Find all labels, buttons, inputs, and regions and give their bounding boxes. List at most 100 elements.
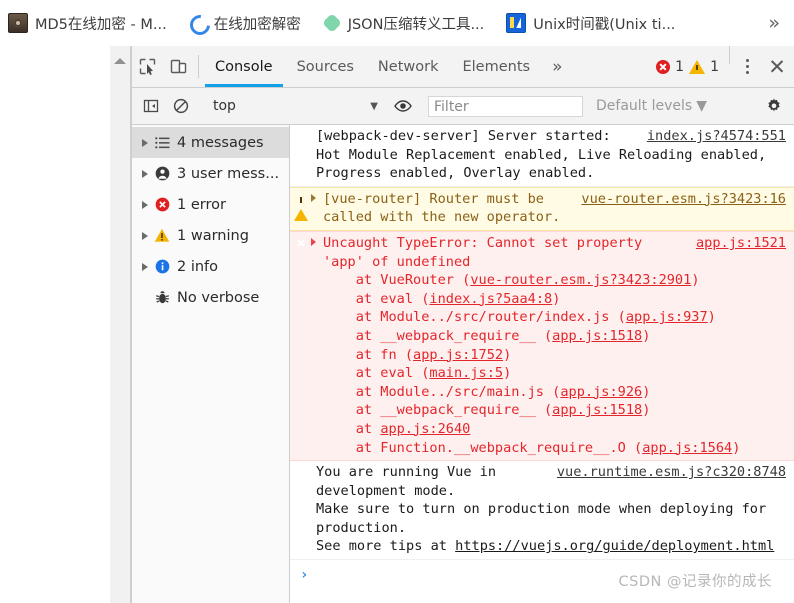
- message-source-link[interactable]: index.js?4574:551: [647, 127, 786, 146]
- bookmark-label: MD5在线加密 - M...: [35, 16, 167, 33]
- expand-arrow-icon[interactable]: [311, 237, 316, 246]
- execution-context-select[interactable]: top ▼: [213, 94, 378, 118]
- stack-frame-link[interactable]: app.js:2640: [380, 421, 470, 437]
- stack-frame: at eval (index.js?5aa4:8): [323, 290, 786, 309]
- message-source-link[interactable]: vue-router.esm.js?3423:16: [581, 190, 786, 209]
- log-levels-select[interactable]: Default levels ▼: [596, 98, 707, 114]
- sidebar-item-info[interactable]: 2 info: [132, 251, 289, 282]
- tab-sources[interactable]: Sources: [285, 46, 366, 87]
- warning-icon: [294, 192, 310, 221]
- inspect-element-icon[interactable]: [132, 46, 163, 87]
- stack-frame: at Module../src/router/index.js (app.js:…: [323, 308, 786, 327]
- stack-frame-text: at eval (: [323, 290, 430, 307]
- expand-arrow-icon[interactable]: [138, 262, 152, 271]
- log-levels-value: Default levels: [596, 98, 693, 114]
- tabbar-spacer: [572, 46, 656, 87]
- tab-label: Sources: [296, 58, 354, 75]
- console-message-vue-router-warning[interactable]: vue-router.esm.js?3423:16 [vue-router] R…: [290, 186, 794, 231]
- bookmark-online-encrypt[interactable]: 在线加密解密: [185, 9, 309, 37]
- console-message-webpack[interactable]: index.js?4574:551 [webpack-dev-server] S…: [290, 125, 794, 187]
- kebab-dot: [745, 65, 749, 68]
- unix-chart-icon: [506, 13, 527, 33]
- sidebar-item-messages[interactable]: 4 messages: [132, 127, 289, 158]
- person-icon: [152, 166, 172, 181]
- bookmark-label: JSON压缩转义工具...: [347, 16, 485, 33]
- stack-frame-text: at VueRouter (: [323, 272, 471, 289]
- stack-frame-link[interactable]: app.js:1752: [413, 347, 503, 363]
- stack-frame-link[interactable]: app.js:1518: [552, 402, 642, 418]
- blue-c-icon: [189, 14, 207, 32]
- expand-arrow-icon[interactable]: [138, 169, 152, 178]
- stack-frame-link[interactable]: app.js:937: [626, 309, 708, 325]
- bookmark-label: Unix时间戳(Unix ti...: [533, 16, 676, 33]
- message-source-link[interactable]: vue.runtime.esm.js?c320:8748: [557, 463, 786, 482]
- expand-arrow-icon[interactable]: [138, 138, 152, 147]
- settings-gear-icon[interactable]: [754, 97, 794, 115]
- error-count: 1: [675, 58, 685, 75]
- sidebar-item-label: 4 messages: [177, 134, 264, 151]
- counter-divider: [729, 46, 730, 64]
- show-console-sidebar-icon[interactable]: [136, 98, 166, 114]
- bookmarks-overflow-icon[interactable]: »: [768, 13, 780, 33]
- expand-arrow-icon[interactable]: [138, 231, 152, 240]
- stack-frame-suffix: ): [707, 309, 716, 326]
- stack-frame-suffix: ): [691, 272, 700, 289]
- console-input-prompt[interactable]: ›: [290, 560, 794, 585]
- message-source-link[interactable]: app.js:1521: [696, 234, 786, 253]
- page-scrollbar-gutter[interactable]: [110, 46, 131, 603]
- tab-network[interactable]: Network: [366, 46, 451, 87]
- expand-arrow-icon[interactable]: [311, 193, 316, 202]
- filter-input[interactable]: Filter: [428, 95, 583, 117]
- message-text: Uncaught TypeError: Cannot set property …: [323, 234, 651, 270]
- bookmark-label: 在线加密解密: [213, 16, 301, 33]
- sidebar-item-label: 1 warning: [177, 227, 249, 244]
- tab-console[interactable]: Console: [203, 46, 285, 87]
- bookmark-json-tool[interactable]: JSON压缩转义工具...: [319, 9, 493, 37]
- stack-frame-link[interactable]: app.js:1564: [642, 440, 732, 456]
- scroll-up-icon[interactable]: [114, 58, 126, 64]
- stack-frame-link[interactable]: index.js?5aa4:8: [429, 291, 552, 307]
- page-content-area: [0, 46, 110, 603]
- error-count-icon: [656, 59, 671, 74]
- deployment-guide-link[interactable]: https://vuejs.org/guide/deployment.html: [455, 538, 774, 554]
- issue-counters[interactable]: 1 1: [656, 46, 725, 87]
- tab-label: Elements: [462, 58, 531, 75]
- stack-frame-link[interactable]: app.js:926: [560, 384, 642, 400]
- sidebar-item-user-messages[interactable]: 3 user mess...: [132, 158, 289, 189]
- sidebar-item-label: 3 user mess...: [177, 165, 280, 182]
- error-icon: [152, 197, 172, 212]
- console-message-list[interactable]: index.js?4574:551 [webpack-dev-server] S…: [290, 125, 794, 603]
- stack-frame-link[interactable]: main.js:5: [429, 365, 503, 381]
- sidebar-item-warnings[interactable]: 1 warning: [132, 220, 289, 251]
- warning-count-icon: [689, 59, 706, 74]
- more-tabs-icon[interactable]: »: [542, 46, 572, 87]
- prompt-caret-icon: ›: [300, 567, 309, 584]
- tab-label: Console: [215, 58, 273, 75]
- console-message-vue-dev-mode[interactable]: vue.runtime.esm.js?c320:8748 You are run…: [290, 461, 794, 561]
- stack-frame: at __webpack_require__ (app.js:1518): [323, 327, 786, 346]
- clear-console-icon[interactable]: [166, 98, 196, 114]
- green-flower-icon: [323, 14, 341, 32]
- stack-frame-text: at Module../src/router/index.js (: [323, 309, 626, 326]
- sidebar-item-verbose[interactable]: No verbose: [132, 282, 289, 313]
- bookmark-md5[interactable]: MD5在线加密 - M...: [4, 9, 175, 37]
- stack-frame-text: at eval (: [323, 365, 430, 382]
- live-expression-icon[interactable]: [387, 99, 419, 113]
- console-body: 4 messages 3 user mess... 1 error 1 warn…: [132, 125, 794, 603]
- stack-frame-link[interactable]: app.js:1518: [552, 328, 642, 344]
- expand-arrow-icon[interactable]: [138, 200, 152, 209]
- console-message-uncaught-typeerror[interactable]: app.js:1521 Uncaught TypeError: Cannot s…: [290, 230, 794, 462]
- warning-icon: [152, 228, 172, 243]
- stack-frame-text: at Module../src/main.js (: [323, 383, 561, 400]
- stack-frame-link[interactable]: vue-router.esm.js?3423:2901: [470, 272, 691, 288]
- tab-elements[interactable]: Elements: [450, 46, 542, 87]
- error-stack-trace: at VueRouter (vue-router.esm.js?3423:290…: [323, 271, 786, 457]
- bookmark-unix-timestamp[interactable]: Unix时间戳(Unix ti...: [502, 9, 683, 37]
- kebab-dot: [745, 71, 749, 74]
- close-devtools-icon[interactable]: ✕: [760, 46, 794, 87]
- more-options-icon[interactable]: [734, 46, 760, 87]
- bug-icon: [152, 290, 172, 305]
- device-toolbar-icon[interactable]: [163, 46, 194, 87]
- stack-frame-text: at __webpack_require__ (: [323, 327, 553, 344]
- sidebar-item-errors[interactable]: 1 error: [132, 189, 289, 220]
